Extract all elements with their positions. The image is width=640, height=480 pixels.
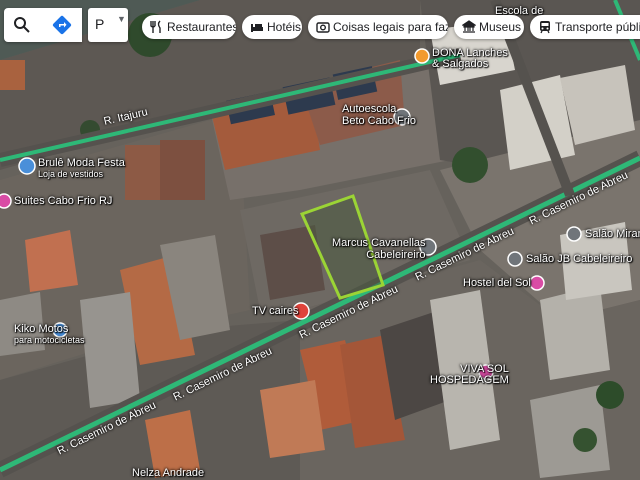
place-label-autoescola[interactable]: Autoescola Beto Cabo Frio [342,103,416,127]
place-label-hostel[interactable]: Hostel del Sol [463,277,531,289]
hotel-icon [251,24,263,32]
map-toolbar: P ▼ Restaurantes Hotéis Coisas legais pa… [0,8,640,44]
directions-icon[interactable] [52,15,72,35]
chip-label: Restaurantes [167,20,236,34]
place-label-viva-sol[interactable]: VIVA SOL HOSPEDAGEM [430,364,509,386]
chip-museums[interactable]: Museus [454,15,524,39]
camera-icon [316,22,330,33]
place-label-tv-caires[interactable]: TV caires [252,305,298,317]
restaurant-icon [150,20,161,33]
salao-miranda-pin [566,226,582,242]
chevron-down-icon: ▼ [117,14,126,24]
chip-restaurants[interactable]: Restaurantes [142,15,236,39]
satellite-map[interactable] [0,0,640,480]
chip-label: Museus [479,20,522,34]
chip-label: Hotéis [267,20,302,34]
place-label-nelza[interactable]: Nelza Andrade [132,467,204,479]
chip-label: Coisas legais para fazer [333,20,448,34]
search-box[interactable] [4,8,82,42]
transit-icon [540,21,550,34]
hostel-pin [529,275,545,291]
chip-transit[interactable]: Transporte público [530,15,640,39]
chip-hotels[interactable]: Hotéis [242,15,302,39]
museum-icon [462,20,476,33]
place-label-dona[interactable]: DONA Lanches & Salgados [432,48,508,70]
place-label-salao-miranda[interactable]: Salão Miranda [585,228,640,240]
salao-jb-pin [507,251,523,267]
layer-select-value: P [95,16,105,32]
search-icon[interactable] [13,16,31,34]
place-label-suites[interactable]: Suites Cabo Frio RJ [14,195,112,207]
brule-pin [18,157,36,175]
suites-pin [0,193,12,209]
place-label-marcus[interactable]: Marcus Cavanellas Cabeleireiro [332,237,426,261]
layer-select[interactable]: P ▼ [88,8,128,42]
chip-things-to-do[interactable]: Coisas legais para fazer [308,15,448,39]
place-label-kiko[interactable]: Kiko Motos para motocicletas [14,324,85,346]
chip-label: Transporte público [555,20,640,34]
place-label-salao-jb[interactable]: Salão JB Cabeleireiro [526,253,632,265]
dona-pin [414,48,430,64]
place-label-brule[interactable]: Brulê Moda Festa Loja de vestidos [38,158,125,180]
